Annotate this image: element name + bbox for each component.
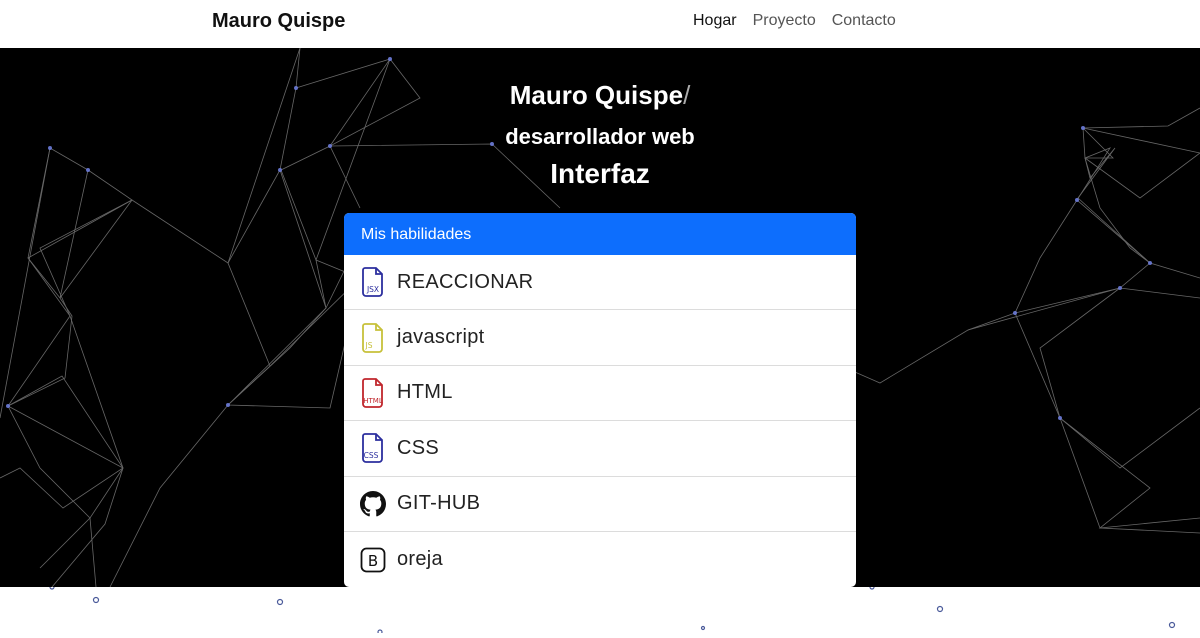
list-item-label: CSS xyxy=(397,436,440,459)
css-icon-tag: CSS xyxy=(364,451,379,460)
list-item-css[interactable]: CSS CSS xyxy=(344,421,856,477)
js-icon-tag: JS xyxy=(365,341,373,350)
js-file-icon: JS xyxy=(360,322,386,353)
list-item-label: REACCIONAR xyxy=(397,270,534,293)
css-file-icon: CSS xyxy=(360,433,386,464)
jsx-file-icon: JSX xyxy=(360,267,386,298)
nav-link-hogar[interactable]: Hogar xyxy=(693,12,737,30)
github-icon xyxy=(360,489,386,519)
skills-card: Mis habilidades JSX REACCIONAR JS javasc… xyxy=(344,213,856,587)
bootstrap-icon: B xyxy=(360,545,386,575)
typing-cursor: / xyxy=(683,80,691,110)
skills-card-header: Mis habilidades xyxy=(344,213,856,255)
hero-name-text: Mauro Quispe xyxy=(509,80,684,110)
nav-link-proyecto[interactable]: Proyecto xyxy=(753,12,816,30)
list-item-label: HTML xyxy=(397,381,453,404)
list-item-react[interactable]: JSX REACCIONAR xyxy=(344,255,856,311)
list-item-bootstrap[interactable]: B oreja xyxy=(344,532,856,587)
list-item-label: oreja xyxy=(397,548,443,571)
list-item-label: GIT-HUB xyxy=(397,492,481,515)
list-item-html[interactable]: HTML HTML xyxy=(344,366,856,422)
list-item-label: javascript xyxy=(397,326,485,349)
html-icon-tag: HTML xyxy=(363,397,383,405)
below-fold-area xyxy=(0,584,1200,635)
list-item-javascript[interactable]: JS javascript xyxy=(344,310,856,366)
hero-role: desarrollador web xyxy=(505,124,695,149)
hero-name: Mauro Quispe/ xyxy=(0,80,1200,111)
list-item-github[interactable]: GIT-HUB xyxy=(344,477,856,532)
bootstrap-icon-tag: B xyxy=(368,552,378,570)
brand-logo[interactable]: Mauro Quispe xyxy=(212,10,345,33)
network-dots xyxy=(49,584,1176,635)
jsx-icon-tag: JSX xyxy=(366,285,379,294)
html-file-icon: HTML xyxy=(360,378,386,408)
nav-link-contacto[interactable]: Contacto xyxy=(832,12,896,30)
nav-links: Hogar Proyecto Contacto xyxy=(693,12,896,30)
hero-typed-word: Interfaz xyxy=(550,158,650,189)
navbar: Mauro Quispe Hogar Proyecto Contacto xyxy=(0,0,1200,48)
